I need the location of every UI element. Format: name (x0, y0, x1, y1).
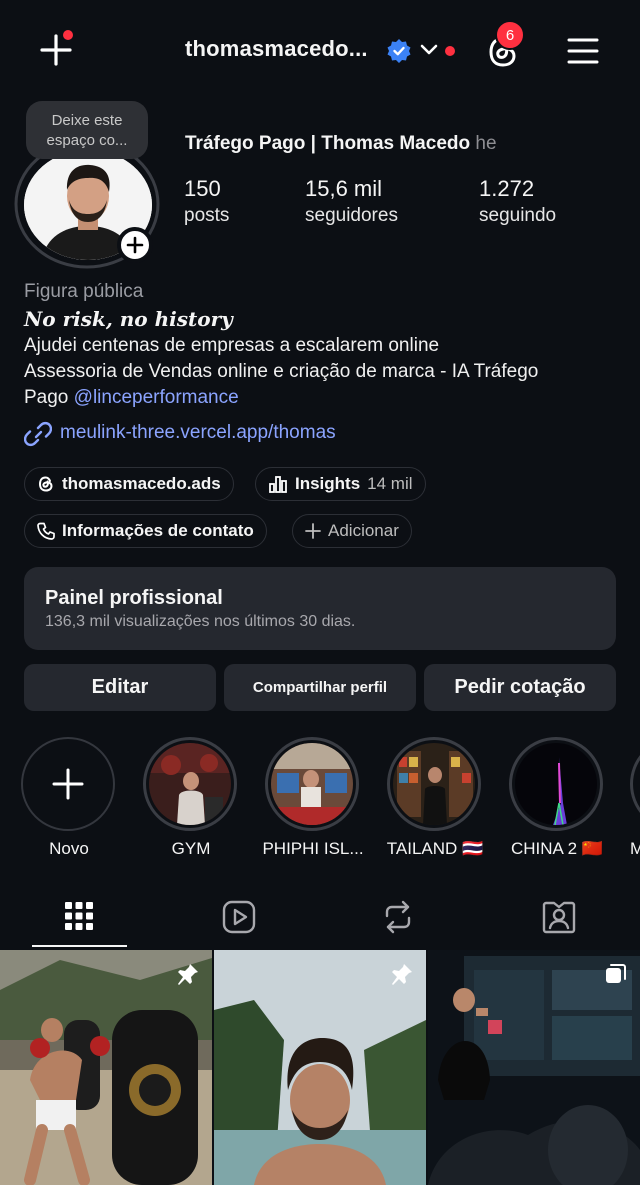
highlight-partial[interactable] (630, 737, 640, 831)
highlight-phiphi[interactable]: PHIPHI ISL... (262, 737, 364, 858)
top-bar: thomasmacedo... 6 (0, 0, 640, 100)
professional-dashboard[interactable]: Painel profissional 136,3 mil visualizaç… (24, 567, 616, 650)
followers-count[interactable]: 15,6 mil (305, 176, 382, 202)
threads-badge: 6 (495, 20, 525, 50)
edit-profile-button[interactable]: Editar (24, 664, 216, 711)
insights-chip-count: 14 mil (367, 474, 413, 493)
profile-tabs (0, 890, 640, 948)
threads-icon (38, 476, 53, 492)
insights-chip[interactable]: Insights 14 mil (255, 467, 426, 501)
post-tile[interactable] (214, 950, 426, 1185)
pin-icon (176, 962, 200, 986)
note-bubble[interactable]: Deixe este espaço co... (26, 101, 148, 159)
highlight-gym[interactable]: GYM (143, 737, 239, 858)
highlight-label: Novo (49, 839, 89, 858)
carousel-icon (604, 962, 628, 986)
plus-icon (126, 236, 144, 254)
active-tab-indicator (32, 945, 127, 947)
chevron-down-icon[interactable] (420, 43, 438, 57)
bio-line-1: Ajudei centenas de empresas a escalarem … (24, 335, 440, 356)
highlight-china[interactable]: CHINA 2 🇨🇳 (509, 737, 605, 858)
plus-icon (305, 523, 321, 539)
highlight-label: GYM (171, 839, 211, 858)
share-profile-button[interactable]: Compartilhar perfil (224, 664, 416, 711)
add-notification-dot (63, 30, 73, 40)
contact-chip-label: Informações de contato (62, 521, 254, 540)
highlight-label: PHIPHI ISL... (262, 839, 364, 858)
bio-line-3: Pago @linceperformance (24, 387, 239, 409)
highlight-tailand[interactable]: TAILAND 🇹🇭 (387, 737, 483, 858)
highlight-label: M (630, 839, 640, 858)
profile-username[interactable]: thomasmacedo... (185, 36, 368, 62)
full-name-text: Tráfego Pago | Thomas Macedo (185, 133, 471, 154)
followers-label[interactable]: seguidores (305, 205, 398, 227)
full-name-overflow: he (475, 133, 497, 154)
highlight-cover (271, 743, 353, 825)
dashboard-title: Painel profissional (45, 587, 223, 609)
highlight-cover (393, 743, 475, 825)
post-tile[interactable] (428, 950, 640, 1185)
highlight-label: TAILAND 🇹🇭 (386, 839, 484, 858)
add-story-button[interactable] (117, 227, 153, 263)
bio-motto: No risk, no history (24, 307, 233, 331)
posts-count[interactable]: 150 (184, 176, 221, 202)
bar-chart-icon (269, 476, 287, 493)
add-chip-label: Adicionar (328, 521, 399, 540)
bio-line-2: Assessoria de Vendas online e criação de… (24, 361, 539, 382)
add-chip[interactable]: Adicionar (292, 514, 412, 548)
following-label[interactable]: seguindo (479, 205, 556, 227)
bio-mention-link[interactable]: @linceperformance (74, 387, 239, 408)
threads-profile-chip[interactable]: thomasmacedo.ads (24, 467, 234, 501)
request-quote-button[interactable]: Pedir cotação (424, 664, 616, 711)
grid-icon[interactable] (63, 900, 95, 932)
following-count[interactable]: 1.272 (479, 176, 534, 202)
dashboard-subtitle: 136,3 mil visualizações nos últimos 30 d… (45, 613, 356, 630)
bio-line-3-text: Pago (24, 387, 69, 408)
link-icon (24, 421, 52, 447)
insights-chip-label: Insights (295, 474, 361, 493)
post-tile[interactable] (0, 950, 212, 1185)
highlight-cover (515, 743, 597, 825)
profile-full-name: Tráfego Pago | Thomas Macedo he (185, 133, 497, 155)
plus-icon (52, 768, 84, 800)
reposts-icon[interactable] (382, 900, 414, 934)
threads-chip-label: thomasmacedo.ads (62, 474, 221, 493)
profile-link[interactable]: meulink-three.vercel.app/thomas (60, 422, 336, 444)
pin-icon (390, 962, 414, 986)
highlight-cover (149, 743, 231, 825)
tagged-icon[interactable] (542, 900, 576, 934)
reels-icon[interactable] (222, 900, 256, 934)
highlight-new[interactable]: Novo (21, 737, 117, 858)
posts-label[interactable]: posts (184, 205, 229, 227)
highlight-label: CHINA 2 🇨🇳 (510, 839, 604, 858)
account-notification-dot (445, 46, 455, 56)
verified-icon (386, 38, 412, 64)
phone-icon (37, 522, 55, 540)
menu-icon[interactable] (567, 37, 599, 65)
contact-info-chip[interactable]: Informações de contato (24, 514, 267, 548)
profile-category: Figura pública (24, 281, 144, 302)
